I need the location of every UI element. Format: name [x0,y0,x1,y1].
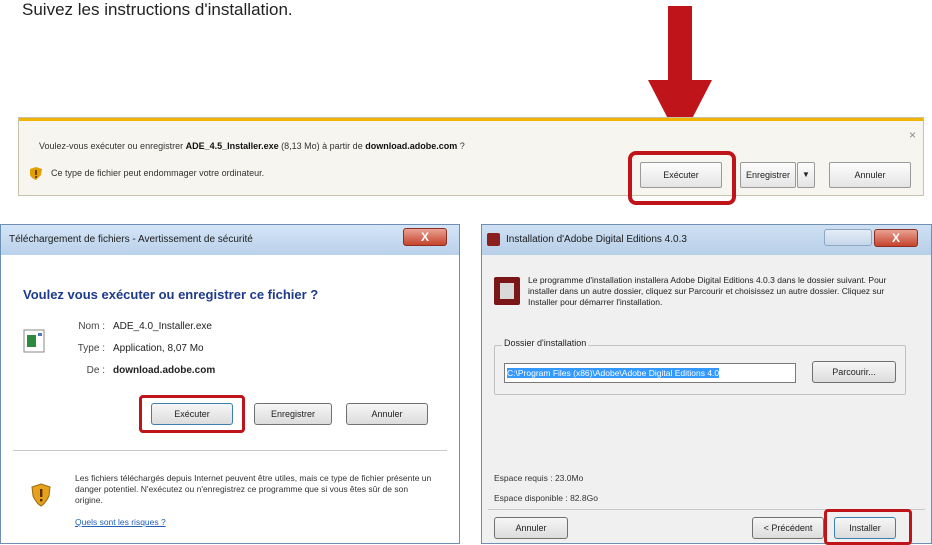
space-available: Espace disponible : 82.8Go [494,493,598,503]
close-icon[interactable]: × [909,128,916,142]
installer-dialog: Installation d'Adobe Digital Editions 4.… [481,224,932,545]
install-path-text: C:\Program Files (x86)\Adobe\Adobe Digit… [507,368,720,378]
run-button-highlight [139,395,245,433]
instruction-text: Suivez les instructions d'installation. [22,0,293,19]
installer-description: Le programme d'installation installera A… [528,275,887,307]
security-shield-icon [31,483,51,507]
download-security-dialog: Téléchargement de fichiers - Avertisseme… [0,224,460,544]
download-source: download.adobe.com [365,141,458,151]
security-warning-text: Les fichiers téléchargés depuis Internet… [75,473,432,505]
adobe-app-icon [494,277,520,305]
close-button[interactable]: X [403,228,447,246]
space-required: Espace requis : 23.0Mo [494,473,584,483]
dialog-title: Téléchargement de fichiers - Avertisseme… [1,225,459,255]
install-folder-label: Dossier d'installation [502,338,589,348]
save-button[interactable]: Enregistrer [254,403,332,425]
question-prefix: Voulez-vous exécuter ou enregistrer [39,141,186,151]
install-button-highlight [824,509,912,545]
previous-button[interactable]: < Précédent [752,517,824,539]
install-path-input[interactable]: C:\Program Files (x86)\Adobe\Adobe Digit… [504,363,796,383]
notification-warning: Ce type de fichier peut endommager votre… [51,168,265,178]
warning-shield-icon [30,167,42,180]
window-controls[interactable] [824,229,872,246]
cancel-button[interactable]: Annuler [494,517,568,539]
cancel-button[interactable]: Annuler [829,162,911,188]
close-button[interactable]: X [874,229,918,247]
type-label: Type : [77,343,105,354]
file-size: (8,13 Mo) à partir de [278,141,366,151]
name-value: ADE_4.0_Installer.exe [113,321,212,332]
dialog-question: Voulez vous exécuter ou enregistrer ce f… [23,287,319,302]
run-button-highlight [628,151,736,205]
name-label: Nom : [78,321,105,332]
risks-link[interactable]: Quels sont les risques ? [75,517,166,527]
cancel-button[interactable]: Annuler [346,403,428,425]
from-label: De : [86,365,105,376]
type-value: Application, 8,07 Mo [113,343,204,354]
file-name: ADE_4.5_Installer.exe [185,141,279,151]
app-title-icon [487,233,500,246]
save-button[interactable]: Enregistrer [740,162,796,188]
divider [13,450,447,451]
question-suffix: ? [457,141,465,151]
browse-button[interactable]: Parcourir... [812,361,896,383]
save-dropdown-button[interactable]: ▼ [797,162,815,188]
notification-question: Voulez-vous exécuter ou enregistrer ADE_… [39,141,465,151]
from-value: download.adobe.com [113,365,216,376]
